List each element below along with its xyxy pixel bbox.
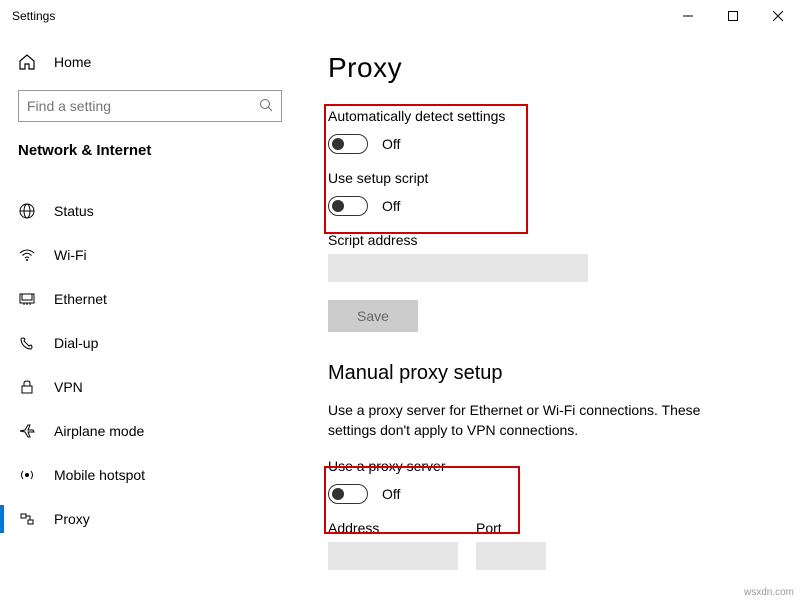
setup-script-state: Off <box>382 198 400 214</box>
globe-icon <box>18 202 36 220</box>
search-row <box>0 84 298 132</box>
titlebar: Settings <box>0 0 800 32</box>
watermark: wsxdn.com <box>744 587 794 598</box>
auto-detect-block: Automatically detect settings Off <box>328 108 770 154</box>
setup-script-block: Use setup script Off <box>328 170 770 216</box>
script-address-label: Script address <box>328 232 770 248</box>
manual-section-desc: Use a proxy server for Ethernet or Wi-Fi… <box>328 401 748 440</box>
home-label: Home <box>54 54 91 70</box>
auto-detect-toggle[interactable] <box>328 134 368 154</box>
sidebar-item-dialup[interactable]: Dial-up <box>0 321 298 365</box>
page-title: Proxy <box>328 52 770 84</box>
sidebar-item-label: Dial-up <box>54 335 98 351</box>
sidebar-item-vpn[interactable]: VPN <box>0 365 298 409</box>
category-header: Network & Internet <box>0 132 298 173</box>
window-title: Settings <box>12 9 55 23</box>
sidebar-item-airplane[interactable]: Airplane mode <box>0 409 298 453</box>
search-box[interactable] <box>18 90 282 122</box>
sidebar: Home Network & Internet Status Wi-Fi <box>0 32 298 602</box>
auto-detect-state: Off <box>382 136 400 152</box>
address-input[interactable] <box>328 542 458 570</box>
ethernet-icon <box>18 290 36 308</box>
manual-section-title: Manual proxy setup <box>328 362 770 385</box>
auto-detect-label: Automatically detect settings <box>328 108 770 124</box>
dialup-icon <box>18 334 36 352</box>
port-label: Port <box>476 520 546 536</box>
use-proxy-block: Use a proxy server Off <box>328 458 770 504</box>
script-address-input[interactable] <box>328 254 588 282</box>
close-button[interactable] <box>755 0 800 32</box>
sidebar-item-label: Mobile hotspot <box>54 467 145 483</box>
airplane-icon <box>18 422 36 440</box>
setup-script-toggle[interactable] <box>328 196 368 216</box>
sidebar-item-status[interactable]: Status <box>0 189 298 233</box>
sidebar-item-label: VPN <box>54 379 83 395</box>
address-port-row: Address Port <box>328 520 770 588</box>
sidebar-item-wifi[interactable]: Wi-Fi <box>0 233 298 277</box>
sidebar-item-label: Proxy <box>54 511 90 527</box>
home-icon <box>18 53 36 71</box>
content: Proxy Automatically detect settings Off … <box>298 32 800 602</box>
sidebar-item-label: Wi-Fi <box>54 247 87 263</box>
vpn-icon <box>18 378 36 396</box>
sidebar-item-hotspot[interactable]: Mobile hotspot <box>0 453 298 497</box>
minimize-button[interactable] <box>665 0 710 32</box>
sidebar-item-label: Airplane mode <box>54 423 144 439</box>
sidebar-item-label: Status <box>54 203 94 219</box>
use-proxy-toggle[interactable] <box>328 484 368 504</box>
maximize-button[interactable] <box>710 0 755 32</box>
sidebar-item-ethernet[interactable]: Ethernet <box>0 277 298 321</box>
address-label: Address <box>328 520 458 536</box>
sidebar-item-proxy[interactable]: Proxy <box>0 497 298 541</box>
use-proxy-label: Use a proxy server <box>328 458 770 474</box>
wifi-icon <box>18 246 36 264</box>
search-input[interactable] <box>27 98 247 114</box>
home-button[interactable]: Home <box>0 40 298 84</box>
sidebar-item-label: Ethernet <box>54 291 107 307</box>
window-controls <box>665 0 800 32</box>
proxy-icon <box>18 510 36 528</box>
save-button[interactable]: Save <box>328 300 418 332</box>
use-proxy-state: Off <box>382 486 400 502</box>
port-input[interactable] <box>476 542 546 570</box>
setup-script-label: Use setup script <box>328 170 770 186</box>
hotspot-icon <box>18 466 36 484</box>
search-icon <box>259 98 273 115</box>
